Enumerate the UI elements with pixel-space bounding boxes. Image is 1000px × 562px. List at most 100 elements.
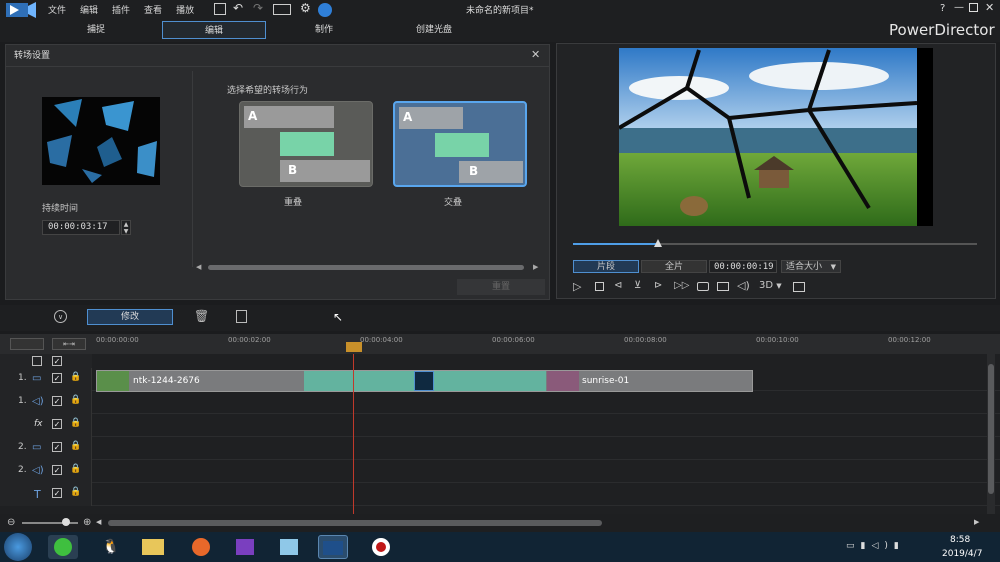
qq-icon[interactable]: 🐧	[96, 535, 126, 559]
menu-edit[interactable]: 编辑	[80, 3, 98, 16]
clip-name: ntk-1244-2676	[133, 376, 200, 386]
scrollbar-thumb[interactable]	[988, 364, 994, 494]
stop-icon[interactable]	[595, 282, 604, 291]
next-frame-icon[interactable]: ⊳	[654, 280, 662, 291]
scrollbar-thumb[interactable]	[208, 265, 524, 270]
clock-time: 8:58	[950, 535, 971, 545]
transition-icon[interactable]	[414, 371, 434, 391]
tab-produce[interactable]: 制作	[272, 21, 376, 39]
menu-view[interactable]: 查看	[144, 3, 162, 16]
fit-timeline-icon[interactable]: ⇤⇥	[52, 338, 86, 350]
track-manager-icon[interactable]	[10, 338, 44, 350]
lock-icon[interactable]: 🔒	[70, 487, 81, 497]
clip-mode-tab[interactable]: 片段	[573, 260, 639, 273]
snapshot-icon[interactable]	[697, 282, 709, 291]
timeline-ruler[interactable]: ⇤⇥ 00:00:00:00 00:00:02:00 00:00:04:00 0…	[0, 334, 1000, 354]
menu-playback[interactable]: 播放	[176, 3, 194, 16]
modify-button[interactable]: 修改	[87, 309, 173, 325]
title-bar: 文件 编辑 插件 查看 播放 ↶ ↷ ⚙ 未命名的新项目* ? — ✕	[0, 0, 1000, 20]
powerdirector-taskbar-icon[interactable]	[318, 535, 348, 559]
record-icon[interactable]	[366, 535, 396, 559]
prev-frame-icon[interactable]: ⊲	[614, 280, 622, 291]
zoom-in-icon[interactable]: ⊕	[83, 517, 91, 528]
zoom-out-icon[interactable]: ⊖	[7, 517, 15, 528]
track-enable-checkbox[interactable]: ✓	[52, 488, 62, 498]
preview-progress-knob[interactable]	[654, 239, 662, 247]
chevron-down-icon: ▼	[830, 263, 836, 271]
close-icon[interactable]: ✕	[985, 1, 994, 14]
lock-icon[interactable]: 🔒	[70, 464, 81, 474]
movie-mode-tab[interactable]: 全片	[641, 260, 707, 273]
track-enable-checkbox[interactable]: ✓	[52, 373, 62, 383]
track-header: 1. ◁) ✓ 🔒	[0, 391, 92, 414]
3d-toggle[interactable]: 3D ▼	[759, 280, 782, 291]
help-icon[interactable]: ?	[940, 3, 945, 14]
minimize-icon[interactable]: —	[954, 2, 964, 13]
zoom-knob[interactable]	[62, 518, 70, 526]
tab-create-disc[interactable]: 创建光盘	[382, 21, 486, 39]
media-app-icon[interactable]	[230, 535, 260, 559]
panel-divider	[192, 71, 193, 267]
lock-icon[interactable]: 🔒	[70, 418, 81, 428]
play-icon[interactable]: ▷	[573, 280, 581, 293]
properties-icon[interactable]	[236, 310, 247, 323]
3d-label: 3D	[759, 280, 774, 291]
firefox-icon[interactable]	[186, 535, 216, 559]
scroll-right-icon[interactable]: ▶	[974, 518, 979, 526]
tab-edit[interactable]: 编辑	[162, 21, 266, 39]
enable-all-checkbox[interactable]: ✓	[52, 356, 62, 366]
vertical-scrollbar[interactable]	[987, 354, 995, 514]
app-360-icon[interactable]	[48, 535, 78, 559]
tab-capture[interactable]: 捕捉	[44, 21, 148, 39]
preview-panel: 片段 全片 00:00:00:19 适合大小 ▼ ▷ ⊲ ⊻ ⊳ ▷▷ ◁) 3D…	[556, 43, 996, 299]
split-icon[interactable]: ⊻	[634, 280, 641, 291]
track-enable-checkbox[interactable]: ✓	[52, 396, 62, 406]
track-enable-checkbox[interactable]: ✓	[52, 442, 62, 452]
ruler-tick: 00:00:12:00	[888, 336, 931, 344]
select-all-box[interactable]	[32, 356, 42, 366]
notes-app-icon[interactable]	[274, 535, 304, 559]
lock-icon[interactable]: 🔒	[70, 441, 81, 451]
duration-input[interactable]: 00:00:03:17	[42, 220, 120, 235]
chevron-down-icon: ▼	[776, 282, 782, 290]
menu-plugins[interactable]: 插件	[112, 3, 130, 16]
app-logo-icon	[6, 2, 36, 18]
preview-timecode[interactable]: 00:00:00:19	[709, 260, 777, 273]
overlap-option[interactable]: A B	[239, 101, 373, 187]
track-enable-checkbox[interactable]: ✓	[52, 419, 62, 429]
clip-name: sunrise-01	[582, 376, 630, 386]
volume-icon[interactable]: ◁)	[737, 279, 750, 292]
cross-option[interactable]: A B	[393, 101, 527, 187]
reset-button[interactable]: 重置	[457, 279, 545, 295]
fit-size-dropdown[interactable]: 适合大小 ▼	[781, 260, 841, 273]
aspect-ratio-icon[interactable]	[273, 4, 291, 15]
trash-icon[interactable]: 🗑	[194, 309, 209, 323]
start-button-icon[interactable]	[4, 533, 32, 561]
track-row: 1. ◁) ✓ 🔒	[0, 391, 1000, 414]
collapse-circle-icon[interactable]: ∨	[54, 310, 67, 323]
h-scrollbar[interactable]: ◀ ▶	[196, 263, 541, 271]
menu-file[interactable]: 文件	[48, 3, 66, 16]
redo-icon[interactable]: ↷	[253, 1, 263, 15]
save-icon[interactable]	[214, 3, 226, 15]
undock-icon[interactable]	[793, 282, 805, 292]
playhead-marker[interactable]	[346, 342, 362, 352]
fast-forward-icon[interactable]: ▷▷	[674, 280, 689, 291]
lock-icon[interactable]: 🔒	[70, 395, 81, 405]
timeline-h-scroll-thumb[interactable]	[108, 520, 602, 526]
scroll-left-icon[interactable]: ◀	[96, 518, 101, 526]
audio-track-icon: ◁)	[32, 465, 44, 476]
subtitle-icon[interactable]	[717, 282, 729, 291]
panel-close-icon[interactable]: ✕	[531, 48, 540, 61]
file-explorer-icon[interactable]	[138, 535, 168, 559]
update-icon[interactable]	[318, 3, 332, 17]
lock-icon[interactable]: 🔒	[70, 372, 81, 382]
track-enable-checkbox[interactable]: ✓	[52, 465, 62, 475]
mouse-cursor-icon: ↖	[333, 310, 344, 324]
duration-stepper[interactable]: ▲ ▼	[121, 220, 131, 235]
restore-icon[interactable]	[969, 3, 978, 12]
preview-progress-fill	[573, 243, 658, 245]
undo-icon[interactable]: ↶	[233, 1, 243, 15]
settings-gear-icon[interactable]: ⚙	[300, 1, 311, 15]
preview-video	[619, 48, 933, 226]
